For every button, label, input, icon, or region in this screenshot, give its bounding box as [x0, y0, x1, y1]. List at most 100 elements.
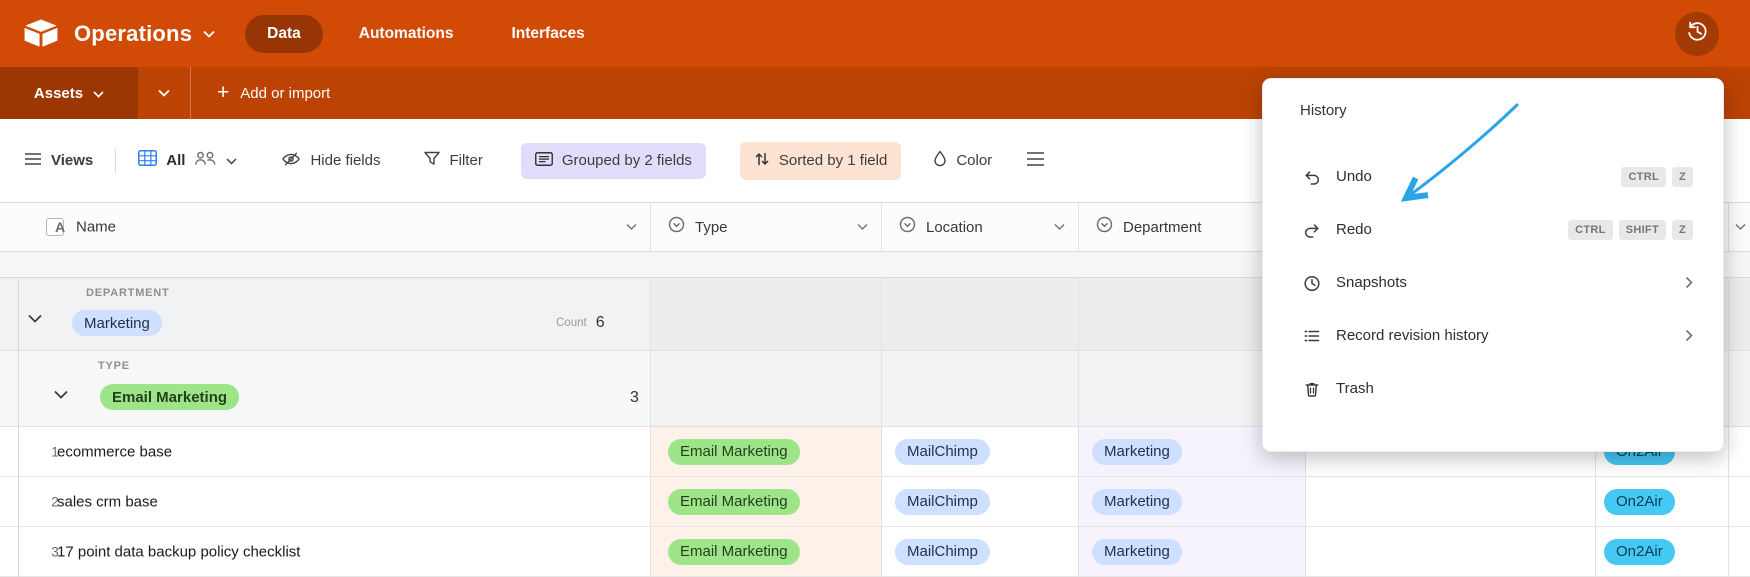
record-name: 17 point data backup policy checklist — [57, 543, 300, 560]
group-button[interactable]: Grouped by 2 fields — [521, 143, 706, 179]
department-cell[interactable]: Marketing — [1079, 477, 1306, 526]
department-pill: Marketing — [1092, 489, 1182, 515]
menu-label: Undo — [1336, 168, 1372, 185]
partial-column-header[interactable] — [1729, 203, 1750, 251]
collapse-subgroup-chevron-icon[interactable] — [54, 390, 68, 399]
chevron-down-icon — [226, 152, 237, 170]
type-cell[interactable]: Email Marketing — [651, 427, 882, 476]
plus-icon: + — [217, 82, 229, 103]
app-cell[interactable]: On2Air — [1596, 527, 1729, 576]
location-cell[interactable]: MailChimp — [882, 427, 1079, 476]
base-title[interactable]: Operations — [74, 21, 192, 47]
table-row: 3 17 point data backup policy checklist … — [0, 527, 1750, 577]
revision-list-icon — [1303, 327, 1321, 345]
partial-cell[interactable] — [1729, 527, 1750, 576]
toolbar-divider — [115, 149, 116, 173]
record-name: sales crm base — [57, 493, 158, 510]
menu-item-record-revision-history[interactable]: Record revision history — [1263, 309, 1723, 362]
app-pill: On2Air — [1604, 489, 1675, 515]
type-pill: Email Marketing — [668, 489, 800, 515]
tab-automations[interactable]: Automations — [337, 15, 476, 53]
location-column-header[interactable]: Location — [882, 203, 1079, 251]
type-cell[interactable]: Email Marketing — [651, 527, 882, 576]
single-select-icon — [668, 216, 685, 238]
menu-item-trash[interactable]: Trash — [1263, 362, 1723, 415]
name-cell[interactable]: 2 sales crm base — [0, 477, 651, 526]
single-select-icon — [899, 216, 916, 238]
snapshots-clock-icon — [1303, 274, 1321, 292]
group-field-name: DEPARTMENT — [86, 287, 170, 299]
location-pill: MailChimp — [895, 439, 990, 465]
base-chevron-down-icon[interactable] — [203, 30, 215, 38]
location-pill: MailChimp — [895, 489, 990, 515]
type-header-chevron-icon[interactable] — [857, 224, 868, 231]
menu-item-redo[interactable]: Redo CTRL SHIFT Z — [1263, 203, 1723, 256]
column-chevron-icon[interactable] — [1735, 224, 1746, 231]
redo-icon — [1303, 221, 1321, 239]
app-cell[interactable]: On2Air — [1596, 477, 1729, 526]
group-label: Grouped by 2 fields — [562, 152, 692, 169]
sort-arrows-icon — [754, 151, 770, 171]
partial-cell[interactable] — [1729, 427, 1750, 476]
tab-interfaces[interactable]: Interfaces — [489, 15, 606, 53]
name-cell[interactable]: 3 17 point data backup policy checklist — [0, 527, 651, 576]
name-column-header[interactable]: A Name — [0, 203, 651, 251]
department-cell[interactable]: Marketing — [1079, 527, 1306, 576]
airtable-logo-icon — [22, 18, 60, 49]
location-cell[interactable]: MailChimp — [882, 477, 1079, 526]
group-outline — [18, 277, 19, 577]
grid-view-icon — [138, 150, 157, 171]
empty-cell[interactable] — [1306, 527, 1596, 576]
top-nav: Data Automations Interfaces — [245, 15, 607, 53]
group-value-pill: Email Marketing — [100, 384, 239, 410]
menu-label: Snapshots — [1336, 274, 1407, 291]
add-or-import-button[interactable]: + Add or import — [217, 67, 330, 119]
count-label: Count — [556, 317, 587, 329]
app-pill: On2Air — [1604, 539, 1675, 565]
airtable-app: Operations Data Automations Interfaces A… — [0, 0, 1750, 577]
record-name: ecommerce base — [57, 443, 172, 460]
view-switcher[interactable]: All — [138, 150, 237, 171]
type-cell[interactable]: Email Marketing — [651, 477, 882, 526]
group-empty-cell — [882, 351, 1079, 426]
location-pill: MailChimp — [895, 539, 990, 565]
table-row: 2 sales crm base Email Marketing MailChi… — [0, 477, 1750, 527]
submenu-chevron-right-icon — [1685, 276, 1693, 289]
hide-fields-label: Hide fields — [310, 152, 380, 169]
views-sidebar-button[interactable]: Views — [24, 152, 93, 170]
hide-fields-button[interactable]: Hide fields — [281, 151, 380, 171]
collapse-group-chevron-icon[interactable] — [28, 314, 42, 323]
location-header-chevron-icon[interactable] — [1054, 224, 1065, 231]
menu-item-undo[interactable]: Undo CTRL Z — [1263, 150, 1723, 203]
group-empty-cell — [1729, 351, 1750, 426]
table-tab-assets[interactable]: Assets — [0, 67, 138, 119]
filter-button[interactable]: Filter — [424, 151, 482, 170]
menu-item-snapshots[interactable]: Snapshots — [1263, 256, 1723, 309]
partial-cell[interactable] — [1729, 477, 1750, 526]
location-cell[interactable]: MailChimp — [882, 527, 1079, 576]
history-button[interactable] — [1675, 12, 1719, 56]
department-pill: Marketing — [1092, 439, 1182, 465]
tables-list-chevron-button[interactable] — [138, 67, 191, 119]
color-label: Color — [956, 152, 992, 169]
paint-drop-icon — [933, 150, 947, 171]
history-menu-items: Undo CTRL Z Redo CTRL SHIFT Z — [1263, 150, 1723, 415]
color-button[interactable]: Color — [933, 150, 992, 171]
group-empty-cell — [1729, 278, 1750, 350]
name-header-chevron-icon[interactable] — [626, 224, 637, 231]
name-cell[interactable]: 1 ecommerce base — [0, 427, 651, 476]
type-header-label: Type — [695, 219, 728, 236]
view-name: All — [166, 152, 185, 169]
group-value-pill: Marketing — [72, 310, 162, 336]
tab-data[interactable]: Data — [245, 15, 323, 53]
empty-cell[interactable] — [1306, 477, 1596, 526]
department-pill: Marketing — [1092, 539, 1182, 565]
trash-icon — [1303, 380, 1321, 398]
chevron-down-icon — [158, 89, 170, 97]
type-pill: Email Marketing — [668, 439, 800, 465]
collaborators-icon — [194, 151, 217, 171]
group-department-cell: DEPARTMENT Marketing Count 6 — [0, 278, 651, 350]
row-height-button[interactable] — [1026, 151, 1045, 171]
type-column-header[interactable]: Type — [651, 203, 882, 251]
sort-button[interactable]: Sorted by 1 field — [740, 142, 901, 180]
